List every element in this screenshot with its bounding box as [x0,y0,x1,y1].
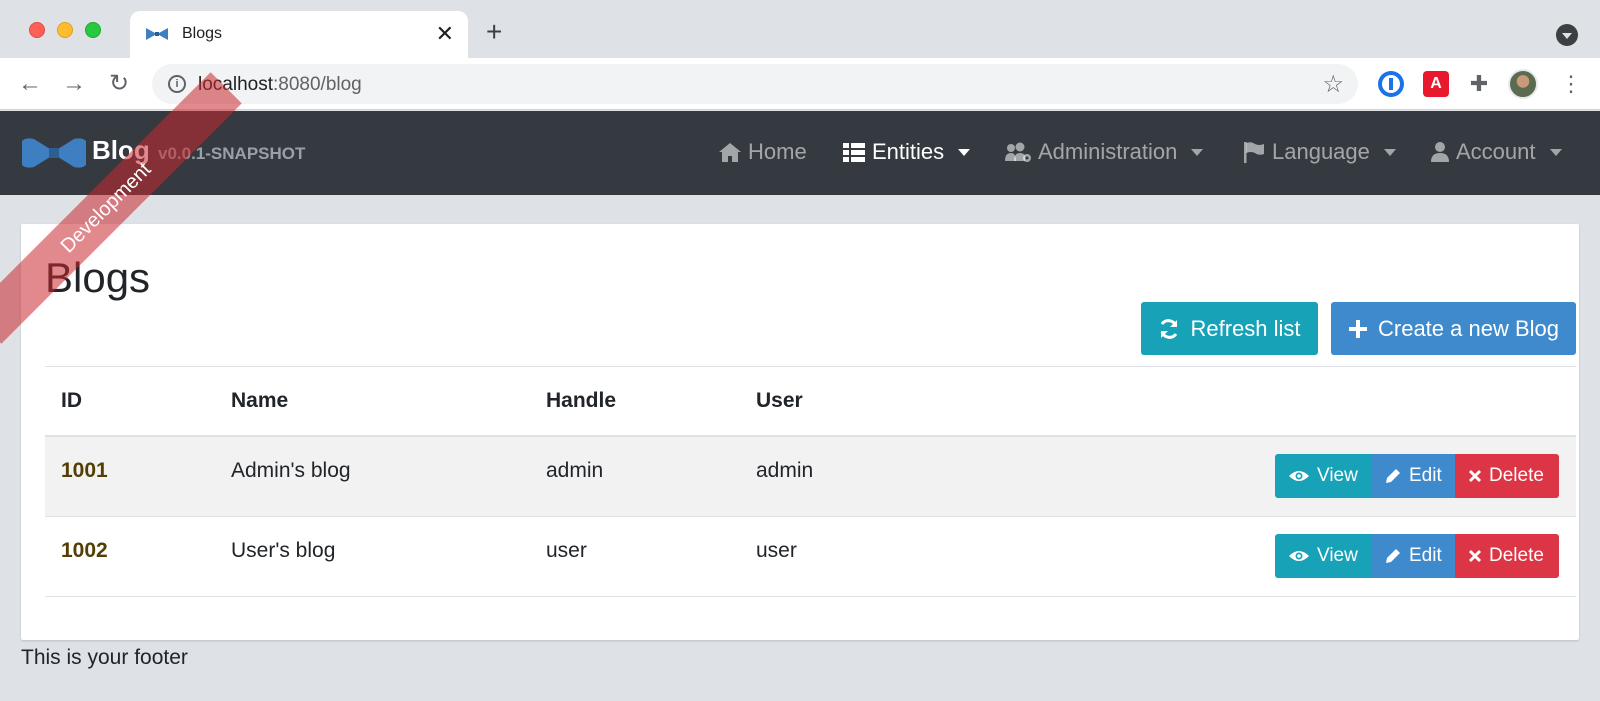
nav-account-label: Account [1456,139,1536,164]
profile-avatar[interactable] [1508,69,1538,99]
back-button[interactable]: ← [14,68,46,100]
edit-label: Edit [1409,545,1442,566]
column-header-user[interactable]: User [756,389,803,413]
forward-button[interactable]: → [58,68,90,100]
times-icon [1468,469,1482,483]
minimize-window-button[interactable] [57,22,73,38]
delete-button[interactable]: Delete [1455,454,1559,498]
table-row: 1001 Admin's blog admin admin View Edit … [45,437,1576,517]
view-label: View [1317,465,1358,486]
nav-entities[interactable]: Entities [842,139,971,165]
pencil-icon [1386,469,1400,483]
table-list-icon [843,143,865,162]
browser-menu-icon[interactable]: ⋮ [1560,71,1582,97]
users-cog-icon [1005,142,1031,162]
eye-icon [1289,551,1309,561]
edit-label: Edit [1409,465,1442,486]
new-tab-button[interactable]: + [486,18,502,46]
table-header: ID Name Handle User [45,366,1576,437]
extensions-puzzle-icon[interactable]: ✚ [1466,71,1492,97]
main-card: Blogs Refresh list Create a new Blog ID … [21,224,1579,640]
nav-account[interactable]: Account [1430,139,1562,165]
tab-search-icon[interactable] [1556,24,1578,46]
nav-language[interactable]: Language [1242,139,1396,165]
address-bar[interactable]: i localhost:8080/blog ☆ [152,64,1358,104]
chevron-down-icon [1191,148,1204,156]
delete-label: Delete [1489,465,1544,486]
delete-button[interactable]: Delete [1455,534,1559,578]
column-header-name[interactable]: Name [231,389,288,413]
page-footer: This is your footer [21,646,188,669]
row-user-link[interactable]: admin [756,459,813,483]
nav-administration-label: Administration [1038,139,1178,164]
edit-button[interactable]: Edit [1371,534,1455,578]
row-handle: admin [546,459,604,482]
flag-icon [1244,142,1264,163]
sync-icon [1161,318,1178,339]
row-actions: View Edit Delete [1275,534,1559,578]
chevron-down-icon [958,148,971,156]
user-icon [1431,142,1449,162]
row-user-link[interactable]: user [756,539,797,563]
column-header-id[interactable]: ID [61,389,82,413]
reload-button[interactable]: ↻ [103,68,135,100]
view-button[interactable]: View [1275,534,1371,578]
view-button[interactable]: View [1275,454,1371,498]
close-window-button[interactable] [29,22,45,38]
password-manager-extension-icon[interactable] [1378,71,1404,97]
nav-entities-label: Entities [872,139,945,164]
plus-icon [1349,319,1367,338]
times-icon [1468,549,1482,563]
nav-administration[interactable]: Administration [1004,139,1204,165]
row-actions: View Edit Delete [1275,454,1559,498]
bowtie-favicon-icon [146,28,168,40]
tab-title: Blogs [182,25,223,42]
delete-label: Delete [1489,545,1544,566]
edit-button[interactable]: Edit [1371,454,1455,498]
home-icon [719,143,741,162]
browser-tab-bar: Blogs ✕ + [0,0,1600,59]
app-navbar: Blog v0.0.1-SNAPSHOT Home Entities Admin… [0,111,1600,195]
bookmark-star-icon[interactable]: ☆ [1322,70,1344,99]
row-name: User's blog [231,539,336,562]
create-blog-label: Create a new Blog [1378,315,1559,341]
column-header-handle[interactable]: Handle [546,389,616,413]
row-handle: user [546,539,587,562]
row-id-link[interactable]: 1001 [61,459,108,483]
refresh-list-label: Refresh list [1190,315,1301,341]
eye-icon [1289,471,1309,481]
create-blog-button[interactable]: Create a new Blog [1331,302,1576,355]
chevron-down-icon [1549,148,1562,156]
row-id-link[interactable]: 1002 [61,539,108,563]
pencil-icon [1386,549,1400,563]
nav-home[interactable]: Home [718,139,807,165]
view-label: View [1317,545,1358,566]
brand-bowtie-logo-icon[interactable] [22,137,86,169]
refresh-list-button[interactable]: Refresh list [1141,302,1318,355]
nav-home-label: Home [748,139,807,164]
chevron-down-icon [1383,148,1396,156]
site-info-icon[interactable]: i [168,75,186,93]
row-name: Admin's blog [231,459,351,482]
maximize-window-button[interactable] [85,22,101,38]
nav-language-label: Language [1272,139,1370,164]
tab-close-icon[interactable]: ✕ [436,21,454,47]
red-extension-icon[interactable]: A [1423,71,1449,97]
browser-tab[interactable]: Blogs ✕ [130,11,468,59]
table-row: 1002 User's blog user user View Edit Del… [45,517,1576,597]
